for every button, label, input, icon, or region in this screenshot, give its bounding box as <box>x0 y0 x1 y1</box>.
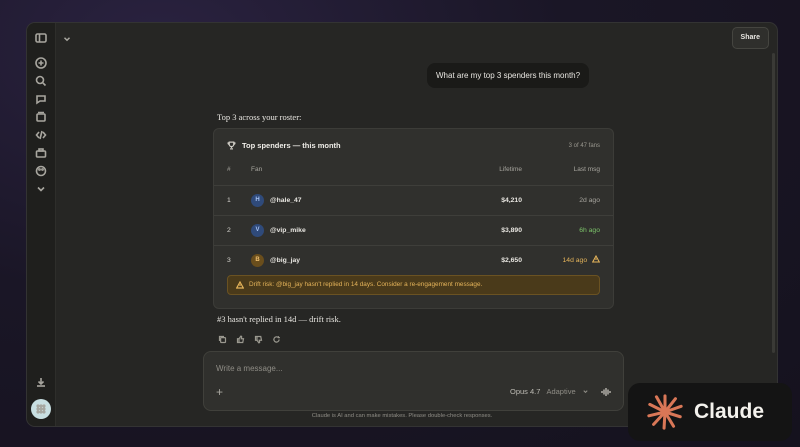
card-title: Top spenders — this month <box>227 141 341 150</box>
thumbs-up-icon[interactable] <box>235 334 246 345</box>
chats-icon[interactable] <box>34 92 48 106</box>
row-last-msg: 2d ago <box>579 197 600 204</box>
fan-initial-badge: B <box>251 254 264 267</box>
trophy-icon <box>227 141 236 150</box>
row-lifetime: $2,650 <box>501 257 522 264</box>
chat-menu-chevron-icon[interactable] <box>62 31 74 43</box>
column-header-fan: Fan <box>251 166 263 173</box>
row-last-msg: 14d ago <box>562 246 601 275</box>
drift-risk-text: Drift risk: @big_jay hasn't replied in 1… <box>249 281 483 288</box>
row-fan: H @hale_47 <box>251 186 302 215</box>
share-button[interactable]: Share <box>731 27 769 49</box>
model-name: Opus 4.7 <box>510 387 541 396</box>
claude-logo-icon <box>647 394 683 430</box>
scrollbar[interactable] <box>772 53 775 353</box>
user-message: What are my top 3 spenders this month? <box>427 63 590 88</box>
row-rank: 3 <box>227 257 231 264</box>
assistant-outro-text: #3 hasn't replied in 14d — drift risk. <box>217 314 341 324</box>
row-lifetime: $3,890 <box>501 227 522 234</box>
message-actions <box>217 334 282 345</box>
retry-icon[interactable] <box>271 334 282 345</box>
table-row: 3 B @big_jay $2,650 14d ago <box>214 245 613 275</box>
thumbs-down-icon[interactable] <box>253 334 264 345</box>
copy-icon[interactable] <box>217 334 228 345</box>
row-last-msg: 6h ago <box>579 227 600 234</box>
table-row: 1 H @hale_47 $4,210 2d ago <box>214 185 613 215</box>
sidebar-toggle-icon[interactable] <box>34 31 48 45</box>
search-icon[interactable] <box>34 74 48 88</box>
table-row: 2 V @vip_mike $3,890 6h ago <box>214 215 613 245</box>
brand-watermark: Claude <box>628 383 792 441</box>
voice-input-icon[interactable] <box>600 385 612 403</box>
palette-icon[interactable] <box>34 164 48 178</box>
add-attachment-icon[interactable]: + <box>216 386 223 398</box>
drift-risk-alert: Drift risk: @big_jay hasn't replied in 1… <box>227 275 600 295</box>
column-header-lifetime: Lifetime <box>499 166 522 173</box>
app-window: Share What are my top 3 spenders this mo… <box>27 23 777 426</box>
warning-icon <box>591 254 601 263</box>
row-fan: V @vip_mike <box>251 216 306 245</box>
assistant-intro-text: Top 3 across your roster: <box>217 112 302 122</box>
fan-handle: @vip_mike <box>270 227 306 234</box>
chevron-down-icon[interactable] <box>34 182 48 196</box>
row-rank: 1 <box>227 197 231 204</box>
row-last-msg-text: 14d ago <box>562 257 588 264</box>
download-icon[interactable] <box>34 375 48 389</box>
row-lifetime: $4,210 <box>501 197 522 204</box>
model-selector[interactable]: Opus 4.7 Adaptive <box>510 387 589 396</box>
projects-icon[interactable] <box>34 110 48 124</box>
fan-initial-badge: H <box>251 194 264 207</box>
fan-handle: @big_jay <box>270 257 301 264</box>
column-header-num: # <box>227 166 231 173</box>
column-header-last-msg: Last msg <box>573 166 600 173</box>
code-icon[interactable] <box>34 128 48 142</box>
brand-name: Claude <box>694 400 765 423</box>
fan-handle: @hale_47 <box>270 197 302 204</box>
card-title-text: Top spenders — this month <box>242 141 341 150</box>
sidebar-rail <box>27 23 56 426</box>
row-fan: B @big_jay <box>251 246 300 275</box>
warning-icon <box>236 281 244 289</box>
chevron-down-icon <box>583 390 588 394</box>
message-composer[interactable]: Write a message... + Opus 4.7 Adaptive <box>203 351 624 411</box>
mode-name: Adaptive <box>546 387 576 396</box>
card-count: 3 of 47 fans <box>568 143 600 149</box>
top-spenders-card: Top spenders — this month 3 of 47 fans #… <box>213 128 614 309</box>
briefcase-icon[interactable] <box>34 146 48 160</box>
fan-initial-badge: V <box>251 224 264 237</box>
row-rank: 2 <box>227 227 231 234</box>
message-input[interactable]: Write a message... <box>216 364 283 373</box>
new-chat-icon[interactable] <box>34 56 48 70</box>
